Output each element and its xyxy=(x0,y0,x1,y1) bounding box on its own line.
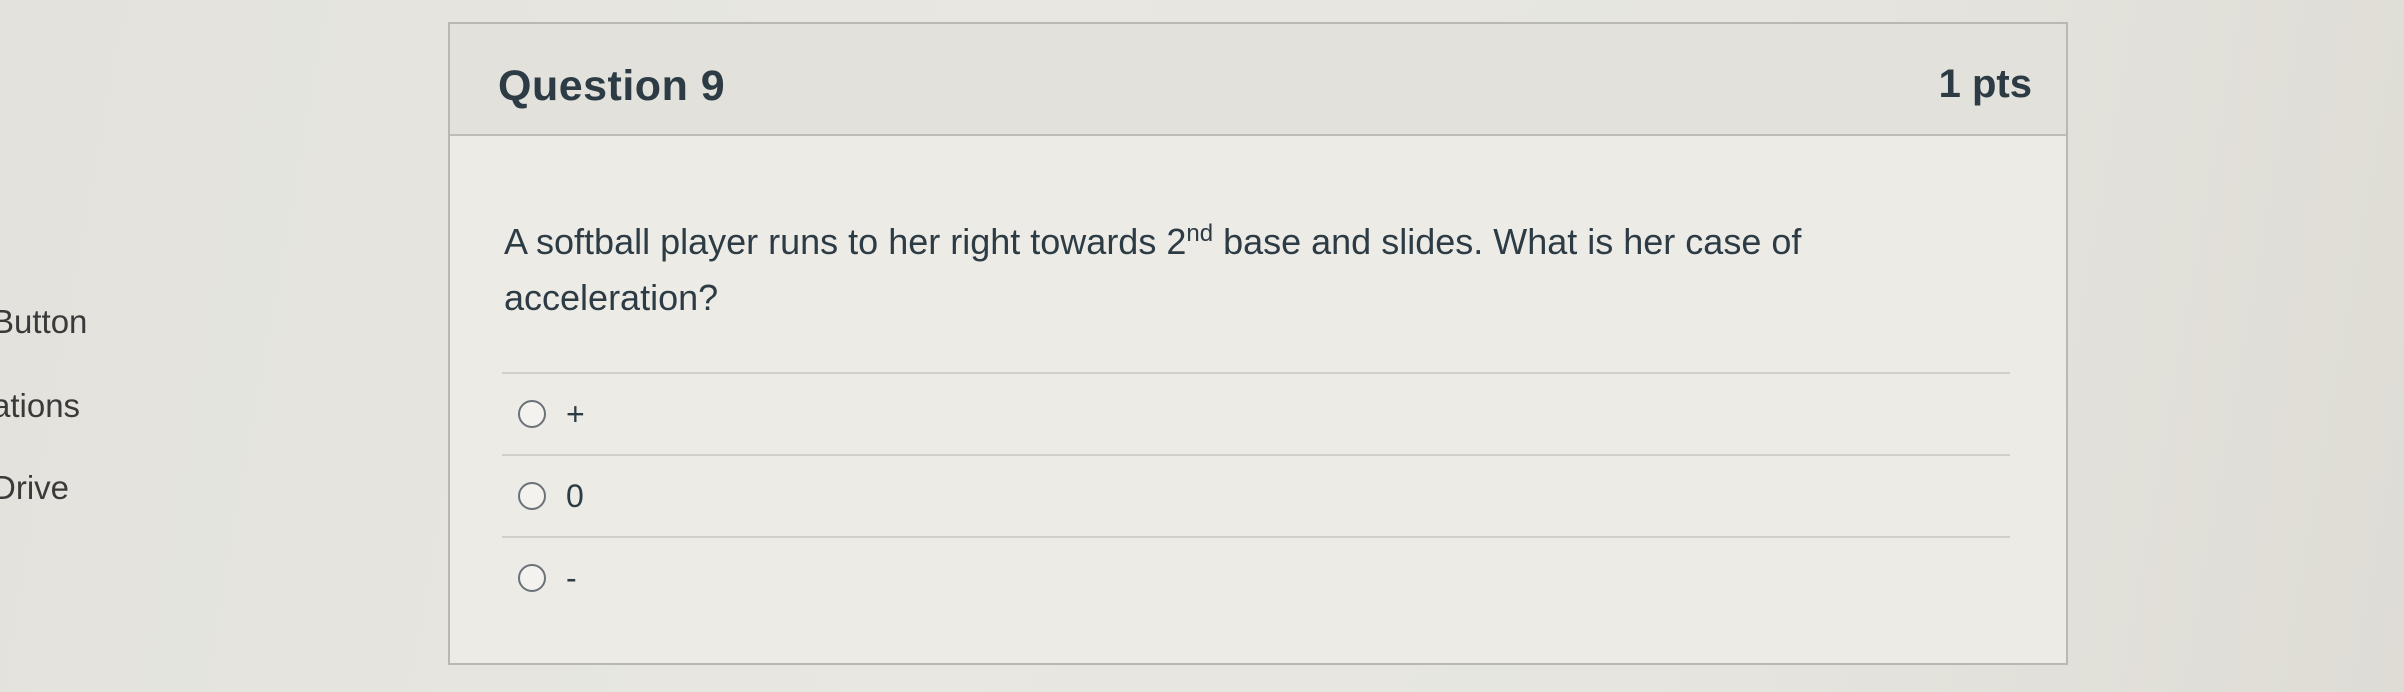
answer-option-zero[interactable]: 0 xyxy=(502,456,2010,538)
answer-option-minus[interactable]: - xyxy=(502,538,2010,618)
answer-list: + 0 - xyxy=(502,372,2010,618)
left-nav-partial: Button ations Drive xyxy=(0,0,150,692)
question-text-start: A softball player runs to her right towa… xyxy=(504,221,1187,262)
radio-button[interactable] xyxy=(518,482,546,510)
sidebar-item-button[interactable]: Button xyxy=(0,303,87,341)
sidebar-item-integrations[interactable]: ations xyxy=(0,387,80,425)
answer-option-plus[interactable]: + xyxy=(502,374,2010,456)
question-text-superscript: nd xyxy=(1186,219,1214,247)
answer-label: 0 xyxy=(566,478,584,514)
question-title: Question 9 xyxy=(498,62,726,110)
question-card: Question 9 1 pts A softball player runs … xyxy=(448,22,2068,665)
question-header: Question 9 1 pts xyxy=(450,24,2066,136)
sidebar-item-drive[interactable]: Drive xyxy=(0,469,69,507)
question-points: 1 pts xyxy=(1938,62,2032,106)
question-text: A softball player runs to her right towa… xyxy=(504,214,1924,326)
radio-button[interactable] xyxy=(518,400,546,428)
answer-label: + xyxy=(566,396,585,432)
answer-label: - xyxy=(566,560,577,596)
radio-button[interactable] xyxy=(518,564,546,592)
